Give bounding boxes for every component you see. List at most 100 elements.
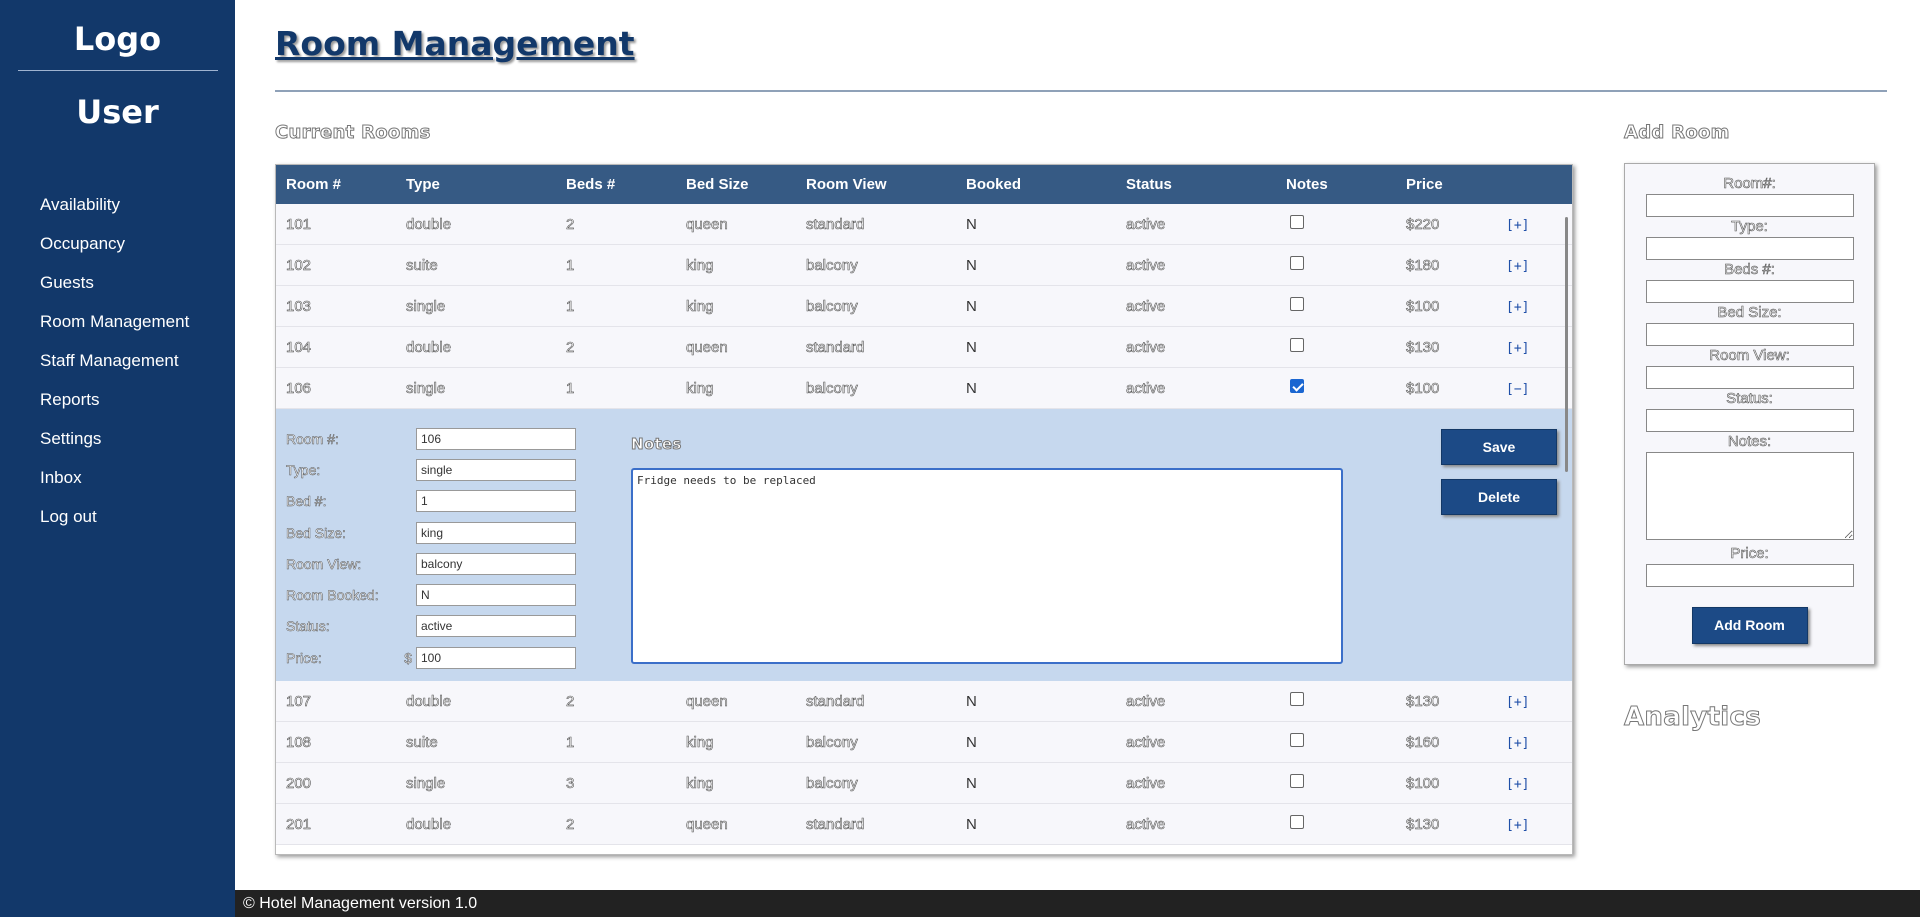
- edit-field-input[interactable]: [416, 490, 576, 513]
- add-field-input[interactable]: [1645, 280, 1854, 303]
- cell-booked: N: [966, 256, 977, 274]
- notes-checkbox[interactable]: [1290, 815, 1304, 829]
- sidebar-item-guests[interactable]: Guests: [0, 269, 235, 308]
- notes-checkbox[interactable]: [1290, 733, 1304, 747]
- edit-field-label: Bed #:: [286, 493, 327, 510]
- add-field-input[interactable]: [1645, 194, 1854, 217]
- sidebar-item-settings[interactable]: Settings: [0, 425, 235, 464]
- notes-textarea[interactable]: [631, 468, 1343, 664]
- cell-bed-size: queen: [686, 338, 728, 356]
- cell-room: 201: [286, 815, 312, 833]
- sidebar-item-staff-management[interactable]: Staff Management: [0, 347, 235, 386]
- add-field-label: Room#:: [1723, 175, 1776, 193]
- cell-type: suite: [406, 733, 438, 751]
- cell-booked: N: [966, 815, 977, 833]
- expand-toggle[interactable]: [+]: [1506, 777, 1529, 792]
- edit-field-label: Room #:: [286, 430, 339, 447]
- cell-toggle: [+]: [1496, 216, 1556, 233]
- add-field-label: Room View:: [1709, 347, 1790, 365]
- edit-field-label: Bed Size:: [286, 524, 346, 541]
- expand-toggle[interactable]: [+]: [1506, 259, 1529, 274]
- expand-toggle[interactable]: [+]: [1506, 300, 1529, 315]
- header-bed-size: Bed Size: [686, 176, 749, 193]
- sidebar-item-log-out[interactable]: Log out: [0, 503, 235, 542]
- edit-field-input[interactable]: [416, 584, 576, 607]
- expand-toggle[interactable]: [+]: [1506, 736, 1529, 751]
- edit-fields: Room #: Type: Bed #: Bed Size: Room View: Roo…: [286, 423, 576, 673]
- sidebar-item-room-management[interactable]: Room Management: [0, 308, 235, 347]
- edit-field-row: Status:: [286, 611, 576, 642]
- notes-checkbox[interactable]: [1290, 215, 1304, 229]
- cell-booked: N: [966, 774, 977, 792]
- sidebar-item-availability[interactable]: Availability: [0, 191, 235, 230]
- add-notes-label: Notes:: [1727, 433, 1772, 451]
- edit-field-input[interactable]: [416, 427, 576, 450]
- header-booked: Booked: [966, 176, 1022, 193]
- cell-booked: N: [966, 733, 977, 751]
- edit-field-input[interactable]: [416, 615, 576, 638]
- add-field-input[interactable]: [1645, 237, 1854, 260]
- cell-notes: [1276, 215, 1396, 233]
- edit-field-row: Bed Size:: [286, 517, 576, 548]
- expand-toggle[interactable]: [+]: [1506, 818, 1529, 833]
- edit-field-input[interactable]: [416, 521, 576, 544]
- add-field-input[interactable]: [1645, 409, 1854, 432]
- current-rooms-title: Current Rooms: [275, 122, 431, 144]
- edit-field-label: Status:: [286, 618, 330, 635]
- table-scrollbar[interactable]: [1565, 217, 1568, 472]
- edit-field-prefix: $: [404, 649, 412, 666]
- add-field-label: Status:: [1726, 390, 1773, 408]
- notes-checkbox[interactable]: [1290, 338, 1304, 352]
- add-field-input[interactable]: [1645, 323, 1854, 346]
- table-row: 101 double 2 queen standard Nactive $220 [+]: [276, 204, 1572, 245]
- cell-price: $100: [1406, 297, 1440, 315]
- expand-toggle[interactable]: [−]: [1506, 382, 1529, 397]
- notes-checkbox[interactable]: [1290, 256, 1304, 270]
- cell-status: active: [1126, 338, 1166, 356]
- cell-beds: 3: [566, 774, 575, 792]
- add-field: Bed Size:: [1625, 303, 1874, 346]
- sidebar-item-occupancy[interactable]: Occupancy: [0, 230, 235, 269]
- sidebar-item-inbox[interactable]: Inbox: [0, 464, 235, 503]
- add-field-label: Bed Size:: [1717, 304, 1782, 322]
- expand-toggle[interactable]: [+]: [1506, 695, 1529, 710]
- cell-room: 106: [286, 379, 312, 397]
- edit-field-label: Price:: [286, 649, 322, 666]
- cell-room: 102: [286, 256, 312, 274]
- cell-type: single: [406, 774, 446, 792]
- add-room-button[interactable]: Add Room: [1691, 607, 1808, 644]
- cell-toggle: [+]: [1496, 339, 1556, 356]
- expand-toggle[interactable]: [+]: [1506, 341, 1529, 356]
- cell-status: active: [1126, 692, 1166, 710]
- cell-booked: N: [966, 338, 977, 356]
- sidebar-item-reports[interactable]: Reports: [0, 386, 235, 425]
- add-field-input[interactable]: [1645, 366, 1854, 389]
- table-row: 107 double 2 queen standard Nactive $130 [+]: [276, 681, 1572, 722]
- notes-checkbox[interactable]: [1290, 379, 1304, 393]
- cell-notes: [1276, 297, 1396, 315]
- cell-price: $130: [1406, 338, 1440, 356]
- edit-field-input[interactable]: [416, 552, 576, 575]
- add-price-input[interactable]: [1645, 564, 1854, 587]
- cell-price: $220: [1406, 215, 1440, 233]
- cell-beds: 2: [566, 815, 575, 833]
- delete-button[interactable]: Delete: [1441, 479, 1557, 515]
- add-field: Beds #:: [1625, 260, 1874, 303]
- save-button[interactable]: Save: [1441, 429, 1557, 465]
- notes-checkbox[interactable]: [1290, 692, 1304, 706]
- add-notes-input[interactable]: [1645, 452, 1854, 540]
- analytics-title: Analytics: [1624, 702, 1762, 733]
- edit-field-input[interactable]: [416, 458, 576, 481]
- notes-checkbox[interactable]: [1290, 774, 1304, 788]
- sidebar: Logo User Availability Occupancy Guests …: [0, 0, 235, 917]
- notes-checkbox[interactable]: [1290, 297, 1304, 311]
- cell-notes: [1276, 256, 1396, 274]
- cell-price: $130: [1406, 815, 1440, 833]
- add-field: Type:: [1625, 217, 1874, 260]
- cell-room-view: balcony: [806, 256, 858, 274]
- expand-toggle[interactable]: [+]: [1506, 218, 1529, 233]
- edit-field-row: Price: $: [286, 642, 576, 673]
- edit-field-input[interactable]: [416, 646, 576, 669]
- add-room-form: Room#: Type: Beds #: Bed Size: Room View: Sta…: [1624, 163, 1875, 665]
- cell-price: $130: [1406, 692, 1440, 710]
